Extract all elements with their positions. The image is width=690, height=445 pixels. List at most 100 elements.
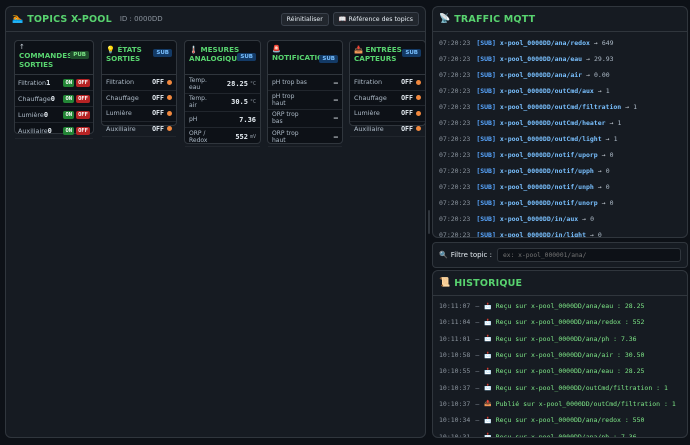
bell-icon: 🚨: [272, 45, 281, 53]
history-text: Reçu sur x-pool_0000DD/ana/eau : 28.25: [495, 302, 645, 311]
history-text: Publié sur x-pool_0000DD/outCmd/filtrati…: [495, 399, 676, 408]
message-topic: x-pool_0000DD/notif/unorp: [499, 199, 598, 207]
notification-row: pH trop bas —: [268, 75, 342, 91]
message-direction: [SUB]: [476, 39, 496, 47]
history-time: 10:11:07: [439, 302, 471, 311]
arrow-right-icon: →: [586, 55, 590, 63]
history-time: 10:10:37: [439, 383, 471, 392]
state-label: Filtration: [106, 78, 135, 87]
message-direction: [SUB]: [476, 135, 496, 143]
state-value: OFF: [401, 93, 413, 102]
history-time: 10:10:34: [439, 416, 471, 425]
notification-label: pH trop haut: [272, 93, 334, 107]
separator-dash: —: [475, 302, 480, 311]
history-entry: 10:10:37 — 📤 Publié sur x-pool_0000DD/outCm…: [433, 396, 687, 412]
state-label: Auxiliaire: [106, 124, 136, 133]
lightbulb-icon: 💡: [106, 45, 118, 54]
message-value: 1: [613, 135, 618, 143]
history-log[interactable]: 10:11:07— 📩 Reçu sur x-pool_0000DD/ana/eau…: [433, 296, 687, 437]
state-value: OFF: [401, 109, 413, 118]
message-topic: x-pool_0000DD/outCmd/heater: [499, 119, 606, 127]
on-button[interactable]: ON: [63, 94, 75, 103]
separator-dash: —: [475, 334, 480, 343]
state-label: Lumière: [106, 109, 132, 118]
mail-icon: 📩: [484, 416, 492, 424]
topic-reference-label: Référence des topics: [348, 16, 413, 23]
message-value: 1: [617, 119, 622, 127]
mqtt-log[interactable]: 07:20:23 [SUB] x-pool_0000DD/ana/redox → 649…: [433, 32, 687, 237]
on-button[interactable]: ON: [63, 110, 75, 119]
filter-topic-input[interactable]: [496, 248, 681, 262]
history-text: Reçu sur x-pool_0000DD/ana/eau : 28.25: [495, 367, 645, 376]
state-label: Lumière: [354, 109, 380, 118]
mail-icon: 📩: [484, 351, 492, 359]
on-button[interactable]: ON: [63, 126, 75, 135]
state-row: Chauffage OFF: [102, 91, 176, 106]
pool-icon: 🏊: [12, 14, 24, 24]
message-direction: [SUB]: [476, 151, 496, 159]
panel-resize-handle[interactable]: [428, 210, 430, 234]
mqtt-message-row: 07:20:23 [SUB] x-pool_0000DD/notif/unorp → 0: [433, 195, 687, 211]
mail-icon: 📩: [484, 367, 492, 375]
status-dot-icon: [167, 126, 172, 132]
card-header: 📥 ENTRÉES CAPTEURS SUB: [350, 41, 425, 75]
off-button[interactable]: OFF: [76, 94, 90, 103]
message-direction: [SUB]: [476, 55, 496, 63]
arrow-right-icon: →: [582, 215, 587, 223]
message-direction: [SUB]: [476, 183, 496, 191]
measure-unit: °C: [249, 99, 256, 106]
measure-row: Temp. air 30.5 °C: [185, 94, 260, 112]
command-label: Lumière: [18, 110, 44, 119]
measure-row: pH 7.36: [185, 112, 260, 128]
history-entry: 10:10:58 — 📩 Reçu sur x-pool_0000DD/ana/air…: [433, 347, 687, 363]
mqtt-panel: 📡 TRAFFIC MQTT 07:20:23 [SUB] x-pool_0000D…: [432, 6, 688, 238]
mqtt-header: 📡 TRAFFIC MQTT: [433, 7, 687, 32]
history-time: 10:10:58: [439, 351, 471, 360]
measure-label-line1: Temp.: [189, 76, 207, 84]
card-entrees-capteurs: 📥 ENTRÉES CAPTEURS SUB Filtration OFF Chauf…: [349, 40, 425, 137]
sub-badge: SUB: [319, 55, 338, 63]
notification-label-line1: pH trop: [272, 92, 295, 100]
off-button[interactable]: OFF: [76, 110, 90, 119]
message-value: 0: [609, 199, 614, 207]
history-entry: 10:11:01 — 📩 Reçu sur x-pool_0000DD/ana/ph …: [433, 331, 687, 347]
message-direction: [SUB]: [476, 167, 496, 175]
state-value: OFF: [401, 78, 413, 87]
mqtt-message-row: 07:20:23 [SUB] x-pool_0000DD/notif/unph → 0: [433, 179, 687, 195]
off-button[interactable]: OFF: [76, 78, 90, 87]
reset-button[interactable]: Réinitialiser: [280, 12, 329, 26]
separator-dash: —: [475, 399, 480, 408]
message-topic: x-pool_0000DD/notif/unph: [499, 183, 594, 191]
message-topic: x-pool_0000DD/ana/air: [499, 71, 583, 79]
sub-badge: SUB: [237, 53, 256, 61]
off-button[interactable]: OFF: [76, 126, 90, 135]
arrow-right-icon: →: [605, 135, 610, 143]
message-value: 0.00: [594, 71, 610, 79]
arrow-right-icon: →: [597, 183, 602, 191]
mail-icon: 📩: [484, 302, 492, 310]
card-header: ↑ COMMANDES SORTIES PUB: [15, 41, 93, 75]
notification-label-line2: haut: [272, 99, 286, 107]
on-button[interactable]: ON: [63, 78, 75, 87]
history-title: HISTORIQUE: [454, 277, 523, 289]
status-dot-icon: [167, 79, 172, 85]
arrow-right-icon: →: [597, 87, 602, 95]
separator-dash: —: [475, 416, 480, 425]
topics-title: TOPICS X-POOL: [27, 13, 112, 25]
state-label: Auxiliaire: [354, 124, 384, 133]
message-value: 1: [633, 103, 638, 111]
command-value: 0: [50, 94, 56, 103]
message-time: 07:20:23: [439, 119, 471, 127]
mqtt-message-row: 07:20:23 [SUB] x-pool_0000DD/outCmd/aux → 1: [433, 83, 687, 99]
notification-value: —: [333, 78, 338, 87]
command-row: Chauffage 0 ON OFF: [15, 91, 93, 107]
message-time: 07:20:23: [439, 183, 471, 191]
topic-reference-button[interactable]: 📖 Référence des topics: [332, 12, 419, 26]
separator-dash: —: [475, 351, 480, 360]
mqtt-message-row: 07:20:23 [SUB] x-pool_0000DD/notif/uporp → 0: [433, 147, 687, 163]
scroll-icon: 📜: [439, 278, 451, 288]
measure-label: ORP / Redox: [189, 130, 235, 144]
message-time: 07:20:23: [439, 87, 471, 95]
state-label: Chauffage: [354, 93, 387, 102]
card-header: 🚨 NOTIFICATIONS SUB: [268, 41, 342, 75]
